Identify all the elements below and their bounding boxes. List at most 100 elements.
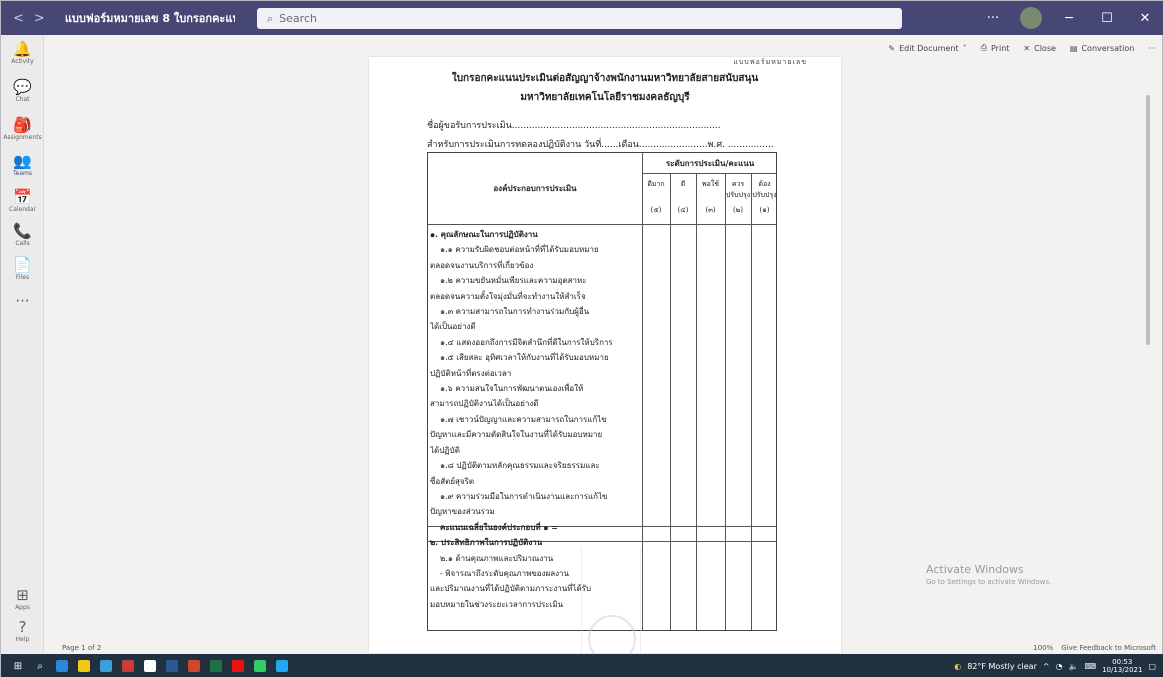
page-indicator: Page 1 of 2 [62,644,102,652]
conversation-label: Conversation [1081,43,1135,53]
chevron-down-icon: ˅ [962,43,967,53]
taskbar-app-icon[interactable] [51,654,73,677]
rail-calls[interactable]: 📞 Calls [1,223,44,247]
watermark-emblem [581,547,641,653]
criterion-line: ๑.๖ ความสนใจในการพัฒนาตนเองเพื่อให้ [440,384,584,394]
activate-title: Activate Windows [926,563,1024,576]
conversation-button[interactable]: ▤ Conversation [1070,44,1134,53]
window-controls: ··· ─ ☐ ✕ [974,1,1163,35]
column-header-score: (๑) [759,206,770,214]
more-actions-icon[interactable]: ··· [1148,44,1156,53]
rail-chat[interactable]: 💬 Chat [1,79,44,103]
criterion-line: ๑.๘ ปฏิบัติตามหลักคุณธรรมและจริยธรรมและ [440,461,600,471]
volume-icon[interactable]: 🔈 [1069,662,1079,671]
taskbar-app-icon[interactable] [95,654,117,677]
criterion-line: คะแนนเฉลี่ยในองค์ประกอบที่ ๑ = [440,521,558,532]
nav-arrows: < > [13,11,45,26]
criterion-line: ได้ปฏิบัติ [430,445,460,455]
close-window-button[interactable]: ✕ [1126,11,1163,26]
rail-help[interactable]: ? Help [1,619,44,643]
network-icon[interactable]: ◔ [1056,662,1063,671]
criterion-line: ๑.๔ แสดงออกถึงการมีจิตสำนึกที่ดีในการให้… [440,337,613,347]
column-header-label: พอใช้ [702,180,719,188]
rail-calendar[interactable]: 📅 Calendar [1,189,44,213]
criterion-line: ๑.๑ ความรับผิดชอบต่อหน้าที่ที่ได้รับมอบห… [440,245,599,255]
search-input[interactable]: ⌕ Search [257,8,902,29]
notification-icon[interactable]: ▢ [1148,662,1156,671]
taskbar-app-icon[interactable] [271,654,293,677]
maximize-button[interactable]: ☐ [1088,11,1126,26]
table-col-divider [751,173,752,630]
calls-icon: 📞 [13,222,32,240]
table-header-levels: ระดับการประเมิน/คะแนน [665,158,755,168]
status-bar: Page 1 of 2 100% Give Feedback to Micros… [44,644,1163,654]
avatar[interactable] [1020,7,1042,29]
rail-bell[interactable]: 🔔 Activity [1,41,44,65]
weather-text[interactable]: 82°F Mostly clear [967,662,1037,671]
vertical-scrollbar[interactable] [1146,95,1150,345]
taskbar-search-icon[interactable]: ⌕ [29,654,51,677]
more-options-icon[interactable]: ··· [974,11,1012,26]
column-header-score: (๒) [732,206,744,214]
more-icon: ··· [15,292,30,310]
pencil-icon: ✎ [888,43,896,53]
evaluee-name-field: ชื่อผู้ขอรับการประเมิน..................… [427,121,721,131]
taskbar-app-icon[interactable] [183,654,205,677]
taskbar-app-icon[interactable] [227,654,249,677]
taskbar-app-icon[interactable] [249,654,271,677]
taskbar-app-icon[interactable] [73,654,95,677]
files-icon: 📄 [13,256,32,274]
printer-icon: ⎙ [980,43,987,52]
teams-window: < > แบบฟอร์มหมายเลข 8 ใบกรอกคะแนนประเ...… [0,0,1163,677]
windows-start-icon[interactable]: ⊞ [7,654,29,677]
taskbar-app-icon[interactable] [161,654,183,677]
column-header-label: ควรปรับปรุง [725,180,751,199]
column-header-label: ดีมาก [647,180,665,188]
rail-assignments[interactable]: 🎒 Assignments [1,117,44,141]
activate-windows-notice: Activate Windows Go to Settings to activ… [926,563,1051,586]
activate-subtitle: Go to Settings to activate Windows. [926,578,1052,586]
status-right: 100% Give Feedback to Microsoft [1033,644,1156,652]
rail-more[interactable]: ··· [1,293,44,309]
column-header-label: ต้องปรับปรุง [752,180,777,199]
edit-document-label: Edit Document [899,43,959,53]
forward-arrow-icon[interactable]: > [34,11,45,26]
rail-apps[interactable]: ⊞ Apps [1,587,44,611]
rail-files[interactable]: 📄 Files [1,257,44,281]
rail-label: Calendar [9,206,36,213]
tray-chevron-icon[interactable]: ^ [1043,662,1050,671]
criterion-line: ตลอดจนงานบริการที่เกี่ยวข้อง [430,260,534,270]
document-heading: ใบกรอกคะแนนประเมินต่อสัญญาจ้างพนักงานมหา… [451,73,759,84]
edit-document-button[interactable]: ✎ Edit Document ˅ [888,44,966,53]
table-row-divider [642,173,776,174]
document-subheading: มหาวิทยาลัยเทคโนโลยีราชมงคลธัญบุรี [520,92,690,103]
clock[interactable]: 00:53 10/13/2021 [1102,658,1142,674]
close-label: Close [1034,43,1056,53]
bell-icon: 🔔 [13,40,32,58]
column-header-score: (๕) [650,206,662,214]
column-header-label: ดี [680,180,686,188]
minimize-button[interactable]: ─ [1050,11,1088,26]
taskbar-app-icon[interactable] [117,654,139,677]
keyboard-icon[interactable]: ⌨ [1085,662,1097,671]
conversation-icon: ▤ [1069,43,1078,53]
rail-label: Files [15,274,30,281]
table-row-divider [428,224,776,225]
column-header-score: (๔) [677,206,689,214]
close-document-button[interactable]: ✕ Close [1023,44,1056,53]
back-arrow-icon[interactable]: < [13,11,24,26]
zoom-level[interactable]: 100% [1033,644,1053,652]
criterion-line: ปัญหาของส่วนรวม [430,507,495,517]
feedback-link[interactable]: Give Feedback to Microsoft [1061,644,1156,652]
help-icon: ? [18,618,27,636]
column-header-score: (๓) [705,206,716,214]
rail-label: Apps [15,604,30,611]
rail-teams[interactable]: 👥 Teams [1,153,44,177]
taskbar-app-icon[interactable] [205,654,227,677]
criterion-line: ซื่อสัตย์สุจริต [430,476,475,486]
criterion-line: ปฏิบัติหน้าที่ตรงต่อเวลา [430,368,512,378]
print-button[interactable]: ⎙ Print [981,43,1010,53]
chat-icon: 💬 [13,78,32,96]
taskbar-app-icon[interactable] [139,654,161,677]
rail-label: Chat [15,96,30,103]
